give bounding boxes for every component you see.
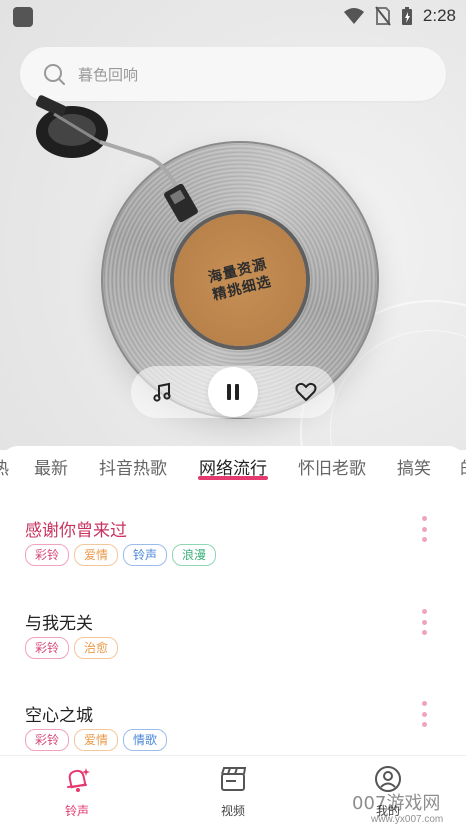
- wifi-icon: [343, 8, 364, 24]
- tag[interactable]: 浪漫: [172, 544, 217, 566]
- nav-label: 铃声: [64, 804, 89, 818]
- pause-button[interactable]: [208, 367, 258, 417]
- clapperboard-icon: [221, 767, 247, 791]
- music-note-icon[interactable]: [150, 380, 174, 404]
- bell-icon: [67, 768, 90, 792]
- tab-hot[interactable]: 热: [0, 454, 9, 479]
- more-options-icon[interactable]: [422, 516, 428, 542]
- list-item[interactable]: 感谢你曾来过 彩铃 爱情 铃声 浪漫: [0, 516, 466, 606]
- clock: 2:28: [422, 6, 456, 25]
- tonearm-icon: [35, 95, 198, 223]
- battery-charging-icon: [401, 7, 412, 25]
- tag-group: 彩铃 治愈: [25, 637, 119, 659]
- tab-funny[interactable]: 搞笑: [397, 454, 431, 479]
- status-bar: 2:28: [0, 0, 466, 34]
- nav-ringtone[interactable]: 铃声: [37, 764, 117, 819]
- tag[interactable]: 爱情: [74, 729, 119, 751]
- status-icons: 2:28: [343, 6, 456, 26]
- category-tabs: 热 最新 抖音热歌 网络流行 怀旧老歌 搞笑 的: [0, 446, 466, 490]
- list-item[interactable]: 与我无关 彩铃 治愈: [0, 609, 466, 699]
- watermark-text: 007游戏网: [352, 793, 441, 814]
- tab-oldies[interactable]: 怀旧老歌: [298, 454, 366, 479]
- search-input[interactable]: [76, 60, 420, 90]
- tag[interactable]: 彩铃: [25, 637, 70, 659]
- tag[interactable]: 治愈: [74, 637, 119, 659]
- nav-video[interactable]: 视频: [193, 764, 273, 819]
- song-title[interactable]: 感谢你曾来过: [25, 516, 127, 541]
- player-controls: [131, 366, 335, 418]
- no-sim-icon: [375, 6, 391, 26]
- more-options-icon[interactable]: [422, 701, 428, 727]
- tab-more-cutoff[interactable]: 的: [460, 454, 466, 479]
- tag[interactable]: 情歌: [123, 729, 168, 751]
- search-icon: [44, 64, 65, 85]
- tab-latest[interactable]: 最新: [34, 454, 68, 479]
- tag[interactable]: 彩铃: [25, 729, 70, 751]
- nav-label: 视频: [220, 804, 245, 818]
- tag[interactable]: 彩铃: [25, 544, 70, 566]
- tab-douyin-hits[interactable]: 抖音热歌: [99, 454, 167, 479]
- song-title[interactable]: 空心之城: [25, 701, 93, 726]
- heart-icon[interactable]: [294, 380, 318, 404]
- app-notification-icon: [13, 7, 33, 27]
- tag-group: 彩铃 爱情 铃声 浪漫: [25, 544, 217, 566]
- song-title[interactable]: 与我无关: [25, 609, 93, 634]
- pause-icon: [227, 384, 239, 400]
- tag[interactable]: 铃声: [123, 544, 168, 566]
- watermark-url: www.yx007.com: [371, 814, 444, 825]
- tag-group: 彩铃 爱情 情歌: [25, 729, 168, 751]
- tag[interactable]: 爱情: [74, 544, 119, 566]
- active-tab-indicator: [198, 476, 268, 480]
- more-options-icon[interactable]: [422, 609, 428, 635]
